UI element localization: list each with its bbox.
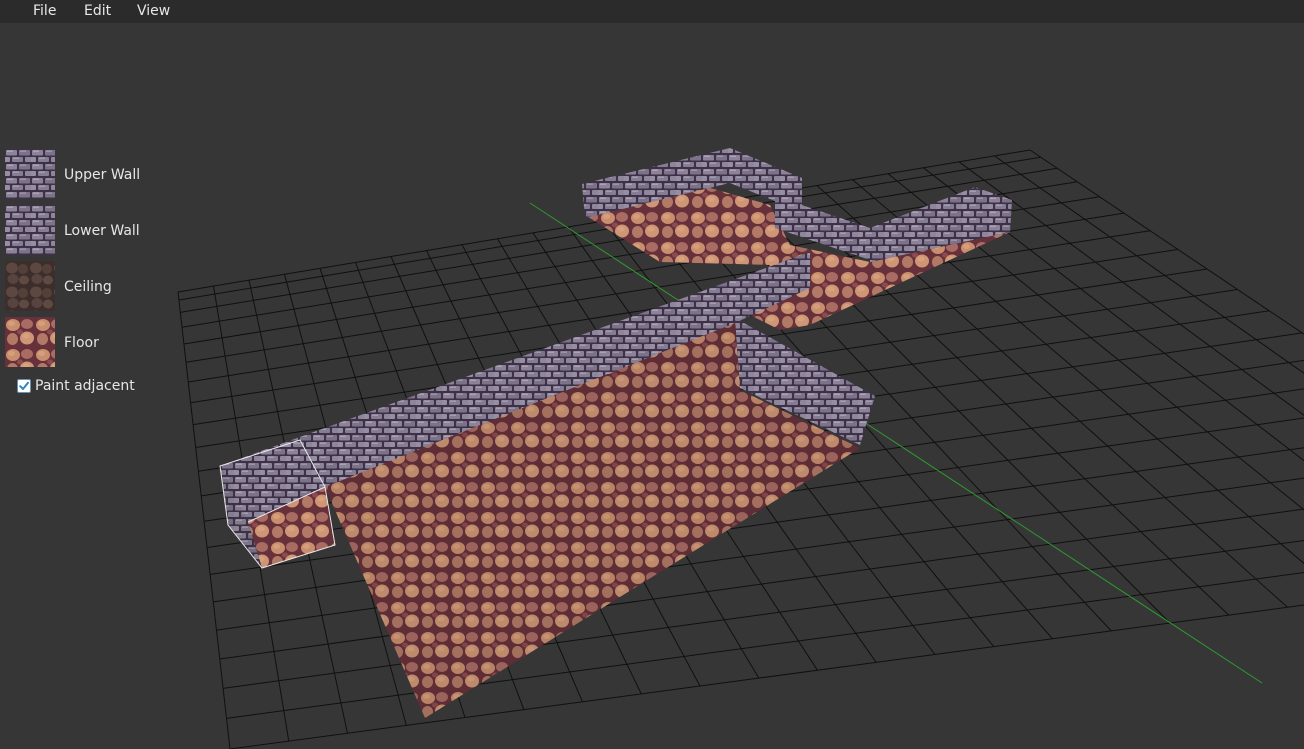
grid-line bbox=[958, 161, 1304, 416]
menu-bar: File Edit View bbox=[0, 0, 1304, 23]
menu-file[interactable]: File bbox=[33, 0, 56, 23]
palette-lower-wall[interactable]: Lower Wall bbox=[5, 205, 165, 257]
level-geometry[interactable] bbox=[219, 148, 1012, 718]
grid-line bbox=[177, 291, 231, 749]
menu-view[interactable]: View bbox=[137, 0, 170, 23]
paint-adjacent-checkbox[interactable]: Paint adjacent bbox=[17, 377, 167, 395]
palette-ceiling[interactable]: Ceiling bbox=[5, 261, 165, 313]
menu-edit[interactable]: Edit bbox=[84, 0, 111, 23]
lower-wall-swatch[interactable] bbox=[5, 205, 55, 255]
ceiling-label: Ceiling bbox=[64, 279, 112, 295]
palette-floor[interactable]: Floor bbox=[5, 317, 165, 369]
paint-adjacent-label: Paint adjacent bbox=[35, 378, 135, 394]
palette-upper-wall[interactable]: Upper Wall bbox=[5, 149, 165, 201]
upper-wall-swatch[interactable] bbox=[5, 149, 55, 199]
floor-swatch[interactable] bbox=[5, 317, 55, 367]
floor-label: Floor bbox=[64, 335, 99, 351]
check-icon bbox=[19, 381, 29, 390]
3d-viewport[interactable] bbox=[0, 23, 1304, 749]
grid-line bbox=[994, 155, 1304, 374]
ceiling-swatch[interactable] bbox=[5, 261, 55, 311]
lower-wall-label: Lower Wall bbox=[64, 223, 140, 239]
upper-wall-label: Upper Wall bbox=[64, 167, 141, 183]
checkbox-box[interactable] bbox=[17, 379, 31, 393]
